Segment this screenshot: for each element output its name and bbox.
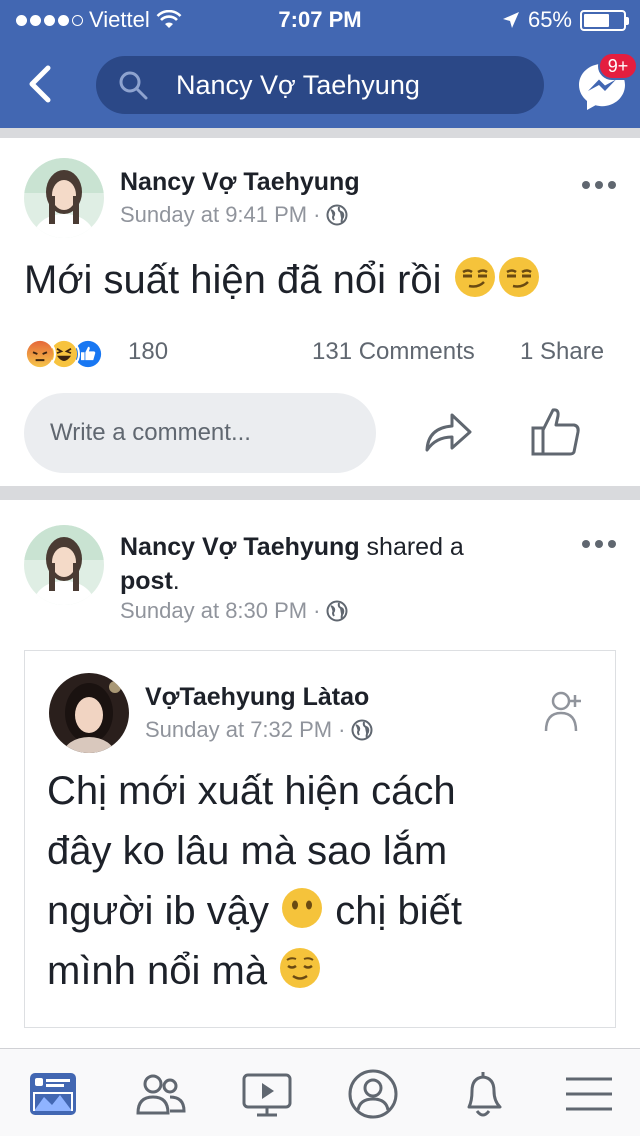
- avatar[interactable]: [24, 158, 104, 238]
- news-feed-icon[interactable]: [26, 1067, 80, 1121]
- period: .: [172, 567, 180, 595]
- post-timestamp[interactable]: Sunday at 9:41 PM: [120, 202, 307, 228]
- battery-percent: 65%: [527, 7, 572, 32]
- share-headline: Nancy Vợ Taehyung shared a post.: [120, 530, 540, 598]
- location-arrow-icon: [502, 12, 519, 28]
- shared-timestamp[interactable]: Sunday at 7:32 PM: [145, 717, 332, 743]
- globe-icon: [326, 600, 348, 622]
- shared-line: người ib vậy: [47, 889, 269, 933]
- angry-reaction-icon: [24, 338, 56, 370]
- comments-count[interactable]: 131 Comments: [312, 338, 475, 366]
- search-icon: [119, 71, 148, 100]
- shared-label: shared a: [359, 533, 464, 561]
- no-mouth-emoji-icon: [282, 888, 323, 928]
- shared-line: chị biết: [335, 889, 462, 933]
- shared-post[interactable]: VợTaehyung Làtao Sunday at 7:32 PM · Chị…: [24, 650, 616, 1028]
- globe-icon: [326, 204, 348, 226]
- shared-author[interactable]: VợTaehyung Làtao: [145, 683, 369, 712]
- more-options-icon[interactable]: [582, 540, 616, 550]
- bottom-tab-bar: [0, 1048, 640, 1136]
- smirk-emoji-icon: [454, 257, 495, 297]
- shared-line-with-emoji: người ib vậy chị biết: [47, 881, 462, 941]
- menu-hamburger-icon[interactable]: [562, 1067, 616, 1121]
- post-author[interactable]: Nancy Vợ Taehyung: [120, 168, 360, 197]
- meta-separator: ·: [338, 717, 346, 742]
- globe-icon: [351, 719, 373, 741]
- shared-avatar[interactable]: [49, 673, 129, 753]
- search-bar[interactable]: Nancy Vợ Taehyung: [96, 56, 544, 114]
- post-card-1: Nancy Vợ Taehyung Sunday at 9:41 PM · Mớ…: [0, 138, 640, 486]
- shared-meta: Sunday at 7:32 PM ·: [145, 717, 373, 743]
- avatar[interactable]: [24, 525, 104, 605]
- relieved-emoji-icon: [280, 948, 321, 988]
- status-right: 65%: [502, 7, 629, 33]
- back-chevron-icon[interactable]: [24, 64, 60, 104]
- post-meta: Sunday at 9:41 PM ·: [120, 202, 348, 228]
- shared-line-with-emoji: mình nổi mà: [47, 941, 462, 1001]
- meta-separator: ·: [313, 202, 321, 227]
- profile-icon[interactable]: [346, 1067, 400, 1121]
- shared-line: đây ko lâu mà sao lắm: [47, 829, 448, 873]
- post-timestamp[interactable]: Sunday at 8:30 PM: [120, 598, 307, 624]
- friends-icon[interactable]: [134, 1067, 188, 1121]
- post-author[interactable]: Nancy Vợ Taehyung: [120, 533, 360, 561]
- add-friend-icon[interactable]: [543, 689, 585, 733]
- messenger-badge: 9+: [598, 52, 638, 80]
- shared-line: Chị mới xuất hiện cách: [47, 769, 456, 813]
- post-link[interactable]: post: [120, 567, 173, 595]
- shared-line: mình nổi mà: [47, 949, 268, 993]
- shares-count[interactable]: 1 Share: [520, 338, 604, 366]
- post-meta: Sunday at 8:30 PM ·: [120, 598, 348, 624]
- watch-video-icon[interactable]: [240, 1067, 294, 1121]
- comment-input[interactable]: Write a comment...: [24, 393, 376, 473]
- post-text: Mới suất hiện đã nổi rồi: [24, 250, 541, 310]
- top-header: Viettel 7:07 PM 65% Nancy Vợ Taehyung 9+: [0, 0, 640, 128]
- share-arrow-icon[interactable]: [422, 406, 474, 458]
- status-bar: Viettel 7:07 PM 65%: [0, 0, 640, 40]
- reaction-icons[interactable]: [24, 338, 104, 370]
- like-thumb-icon[interactable]: [530, 406, 582, 458]
- post-body: Mới suất hiện đã nổi rồi: [24, 258, 442, 302]
- smirk-emoji-icon: [498, 257, 539, 297]
- reaction-count[interactable]: 180: [128, 338, 168, 366]
- comment-placeholder: Write a comment...: [50, 419, 251, 446]
- shared-post-text: Chị mới xuất hiện cách đây ko lâu mà sao…: [47, 761, 462, 1001]
- meta-separator: ·: [313, 598, 321, 623]
- notifications-bell-icon[interactable]: [456, 1067, 510, 1121]
- more-options-icon[interactable]: [582, 181, 616, 191]
- battery-icon: [580, 9, 629, 31]
- search-text: Nancy Vợ Taehyung: [176, 70, 420, 100]
